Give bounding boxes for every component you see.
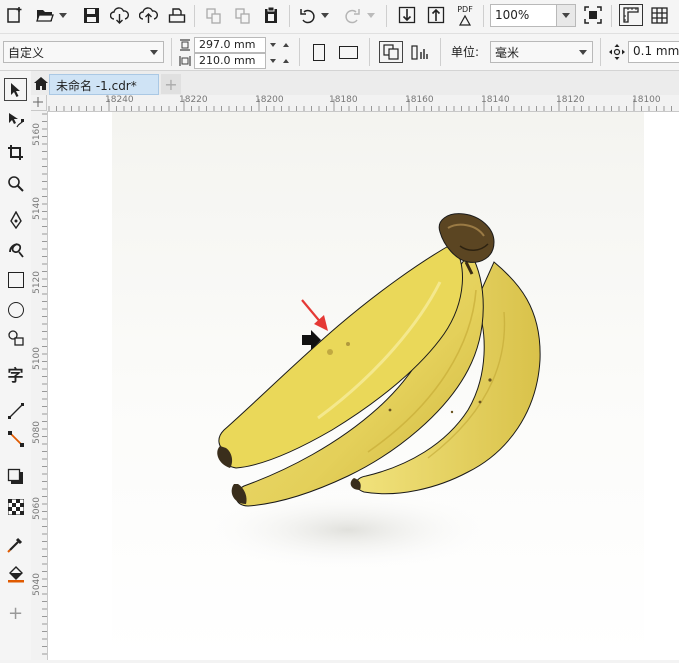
add-document-tab-label: + xyxy=(164,74,178,94)
ellipse-tool-icon[interactable] xyxy=(4,298,27,321)
publish-pdf-icon[interactable]: PDF xyxy=(452,3,478,28)
ruler-v-label: 5120 xyxy=(32,271,42,294)
cloud-import-icon[interactable] xyxy=(108,4,130,26)
units-select[interactable]: 毫米 xyxy=(490,41,593,63)
zoom-level-field[interactable]: 100% xyxy=(490,4,576,27)
undo-icon[interactable] xyxy=(297,4,319,26)
transparency-icon[interactable] xyxy=(4,495,27,518)
nudge-distance-field[interactable]: 0.1 mm xyxy=(628,41,679,63)
ruler-h-label: 18220 xyxy=(179,95,208,105)
units-chevron-down-icon xyxy=(579,50,587,55)
ruler-h-label: 18240 xyxy=(105,95,134,105)
page-height-field[interactable]: 210.0 mm xyxy=(194,53,266,69)
zoom-tool-icon[interactable] xyxy=(4,172,27,195)
toolbox: 字 + xyxy=(0,71,32,660)
ruler-h-label: 18120 xyxy=(556,95,585,105)
height-stepper-up-icon[interactable] xyxy=(280,53,292,69)
paste-icon[interactable] xyxy=(231,4,253,26)
document-tab[interactable]: 未命名 -1.cdr* xyxy=(49,74,159,95)
property-bar: 自定义 297.0 mm 210.0 mm 单位: 毫米 0.1 mm xyxy=(0,34,679,71)
new-icon[interactable] xyxy=(4,4,26,26)
grid-icon[interactable] xyxy=(648,4,670,26)
save-icon[interactable] xyxy=(80,4,102,26)
ruler-v-label: 5140 xyxy=(32,197,42,220)
interactive-fill-icon[interactable] xyxy=(4,562,27,585)
page-width-icon xyxy=(178,38,192,52)
pick-tool-icon[interactable] xyxy=(4,78,27,101)
open-dropdown-icon[interactable] xyxy=(58,10,68,20)
line-tool-icon[interactable] xyxy=(4,399,27,422)
ruler-v-label: 5100 xyxy=(32,347,42,370)
vertical-ruler[interactable]: 5160 5140 5120 5100 5080 5060 5040 xyxy=(31,111,48,660)
page-width-field[interactable]: 297.0 mm xyxy=(194,37,266,53)
pen-tool-icon[interactable] xyxy=(4,208,27,231)
drawing-canvas[interactable] xyxy=(48,112,679,660)
height-stepper-icon[interactable] xyxy=(267,53,279,69)
standard-toolbar: PDF 100% xyxy=(0,0,679,34)
artistic-media-icon[interactable] xyxy=(4,237,27,260)
portrait-icon[interactable] xyxy=(309,42,329,62)
undo-dropdown-icon[interactable] xyxy=(320,10,330,20)
add-tool-glyph: + xyxy=(7,603,24,624)
page-height-value: 210.0 mm xyxy=(199,54,256,67)
pdf-label: PDF xyxy=(457,5,473,14)
ruler-h-label: 18140 xyxy=(481,95,510,105)
width-stepper-up-icon[interactable] xyxy=(280,37,292,53)
page-width-value: 297.0 mm xyxy=(199,38,256,51)
ruler-v-label: 5080 xyxy=(32,421,42,444)
import-icon[interactable] xyxy=(395,4,419,26)
eyedropper-icon[interactable] xyxy=(4,533,27,556)
object-shapes-icon[interactable] xyxy=(4,326,27,349)
cloud-upload-icon[interactable] xyxy=(137,4,159,26)
nudge-icon xyxy=(607,42,627,62)
print-icon[interactable] xyxy=(166,4,188,26)
chevron-down-icon xyxy=(150,50,158,55)
document-tab-label: 未命名 -1.cdr* xyxy=(56,79,137,93)
connector-tool-icon[interactable] xyxy=(4,427,27,450)
nudge-distance-value: 0.1 mm xyxy=(633,44,679,58)
units-label: 单位: xyxy=(451,45,480,59)
ruler-v-label: 5160 xyxy=(32,123,42,146)
redo-dropdown-icon[interactable] xyxy=(366,10,376,20)
open-icon[interactable] xyxy=(34,4,56,26)
drop-shadow-icon[interactable] xyxy=(4,465,27,488)
ruler-h-label: 18180 xyxy=(329,95,358,105)
home-icon[interactable] xyxy=(33,75,49,91)
clipboard-icon[interactable] xyxy=(260,4,282,26)
page-preset-select[interactable]: 自定义 xyxy=(3,41,164,63)
ruler-origin[interactable] xyxy=(31,95,47,111)
add-tool-icon[interactable]: + xyxy=(4,602,27,625)
add-document-tab-button[interactable]: + xyxy=(161,74,181,94)
zoom-level-value: 100% xyxy=(495,8,530,22)
text-tool-glyph: 字 xyxy=(7,365,24,385)
crop-tool-icon[interactable] xyxy=(4,141,27,164)
page-height-icon xyxy=(178,54,192,68)
full-screen-icon[interactable] xyxy=(582,4,604,26)
export-icon[interactable] xyxy=(424,4,448,26)
copy-icon[interactable] xyxy=(202,4,224,26)
ruler-h-label: 18100 xyxy=(632,95,661,105)
ruler-origin-icon xyxy=(33,97,43,107)
landscape-icon[interactable] xyxy=(336,42,360,62)
horizontal-ruler[interactable]: 18240 18220 18200 18180 18160 18140 1812… xyxy=(47,95,679,112)
page-preset-value: 自定义 xyxy=(8,46,45,60)
ruler-h-label: 18200 xyxy=(255,95,284,105)
width-stepper-icon[interactable] xyxy=(267,37,279,53)
ruler-h-label: 18160 xyxy=(405,95,434,105)
redo-icon[interactable] xyxy=(341,4,363,26)
ruler-v-label: 5060 xyxy=(32,497,42,520)
text-tool-icon[interactable]: 字 xyxy=(4,362,27,385)
all-pages-icon[interactable] xyxy=(379,41,403,63)
ruler-v-label: 5040 xyxy=(32,573,42,596)
zoom-dropdown-icon[interactable] xyxy=(556,5,575,26)
shape-tool-icon[interactable] xyxy=(4,108,27,131)
rectangle-tool-icon[interactable] xyxy=(4,268,27,291)
canvas-artwork xyxy=(112,112,644,660)
current-page-icon[interactable] xyxy=(408,41,432,63)
rulers-icon[interactable] xyxy=(619,4,643,26)
units-value: 毫米 xyxy=(495,46,520,60)
